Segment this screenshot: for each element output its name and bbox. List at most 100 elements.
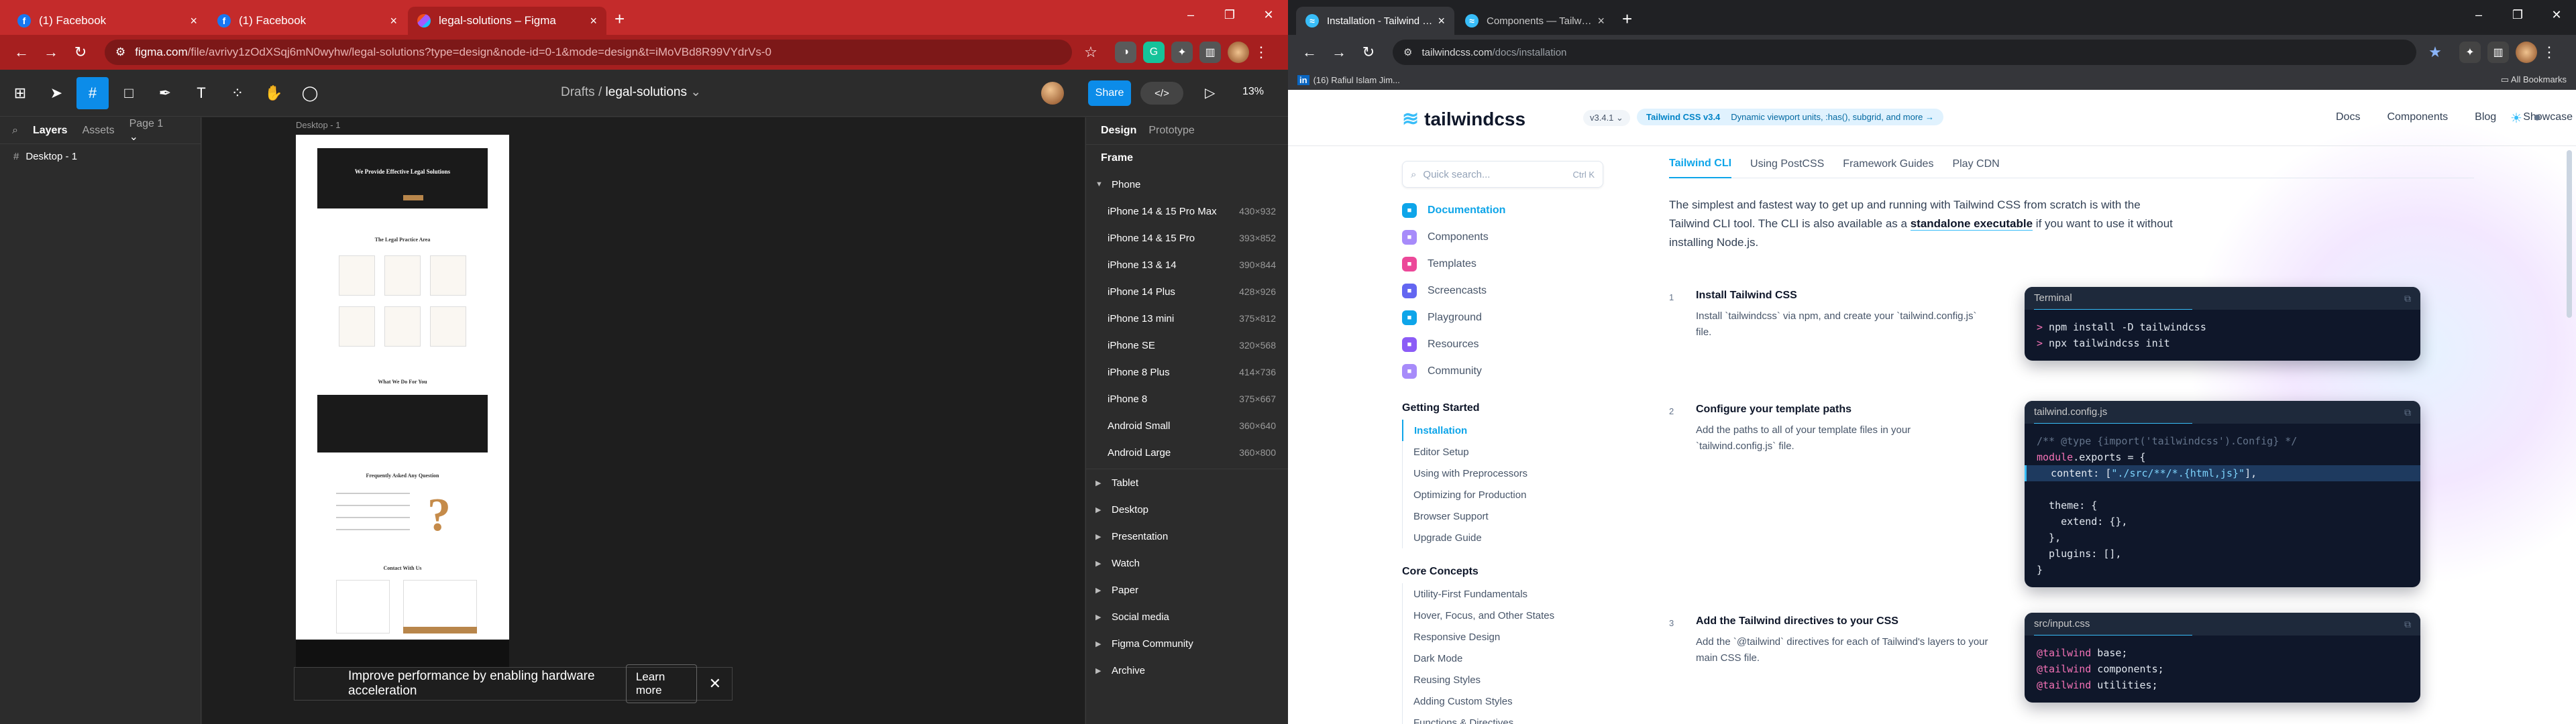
close-tab-icon[interactable]: ×	[1438, 14, 1445, 28]
address-bar[interactable]: ⚙ figma.com/file/avrivy1zOdXSqj6mN0wyhw/l…	[105, 40, 1072, 65]
sidebar-link[interactable]: Reusing Styles	[1402, 669, 1603, 690]
comment-tool-icon[interactable]: ◯	[294, 77, 326, 109]
device-option[interactable]: iPhone 14 & 15 Pro Max 430×932	[1086, 198, 1288, 225]
tab-facebook-1[interactable]: f (1) Facebook ×	[8, 7, 207, 35]
forward-icon[interactable]: →	[1327, 40, 1351, 64]
frame-group[interactable]: ▶ Presentation	[1086, 523, 1288, 550]
tab-tailwind-cli[interactable]: Tailwind CLI	[1669, 150, 1732, 178]
menu-icon[interactable]: ⋮	[2537, 40, 2561, 64]
device-option[interactable]: iPhone SE 320×568	[1086, 332, 1288, 359]
sidebar-link[interactable]: Installation	[1402, 420, 1603, 441]
sidebar-link[interactable]: Hover, Focus, and Other States	[1402, 605, 1603, 626]
site-info-icon[interactable]: ⚙	[115, 46, 125, 59]
close-window-icon[interactable]: ✕	[1249, 0, 1288, 29]
tab-using-postcss[interactable]: Using PostCSS	[1750, 150, 1824, 178]
tab-framework-guides[interactable]: Framework Guides	[1843, 150, 1933, 178]
hand-tool-icon[interactable]: ✋	[258, 77, 290, 109]
version-selector[interactable]: v3.4.1 ⌄	[1583, 110, 1630, 126]
sidebar-icon[interactable]: ▥	[1199, 42, 1221, 63]
sidebar-link[interactable]: Editor Setup	[1402, 441, 1603, 463]
close-tab-icon[interactable]: ×	[390, 14, 397, 28]
sidebar-item-community[interactable]: ■ Community	[1402, 358, 1603, 385]
grammarly-icon[interactable]: G	[1143, 42, 1165, 63]
sidebar-item-components[interactable]: ■ Components	[1402, 224, 1603, 251]
layer-item[interactable]: # Desktop - 1	[0, 144, 201, 168]
sidebar-link[interactable]: Responsive Design	[1402, 626, 1603, 648]
frame-group[interactable]: ▶ Watch	[1086, 550, 1288, 577]
close-tab-icon[interactable]: ×	[590, 14, 597, 28]
frame-label[interactable]: Desktop - 1	[296, 120, 340, 130]
close-icon[interactable]: ✕	[709, 675, 721, 692]
frame-group[interactable]: ▶ Paper	[1086, 577, 1288, 603]
copy-icon[interactable]: ⧉	[2404, 407, 2411, 418]
extensions-icon[interactable]: ✦	[1171, 42, 1193, 63]
sidebar-link[interactable]: Adding Custom Styles	[1402, 690, 1603, 712]
device-option[interactable]: iPhone 8 375×667	[1086, 385, 1288, 412]
sidebar-item-documentation[interactable]: ■ Documentation	[1402, 197, 1603, 224]
address-bar[interactable]: ⚙ tailwindcss.com/docs/installation	[1393, 40, 2416, 65]
pen-tool-icon[interactable]: ✒	[149, 77, 181, 109]
frame-group[interactable]: ▶ Social media	[1086, 603, 1288, 630]
tab-play-cdn[interactable]: Play CDN	[1952, 150, 1999, 178]
site-logo[interactable]: ≋ tailwindcss	[1402, 107, 1525, 131]
sidebar-item-screencasts[interactable]: ■ Screencasts	[1402, 278, 1603, 304]
tab-assets[interactable]: Assets	[83, 125, 115, 137]
move-tool-icon[interactable]: ➤	[40, 77, 72, 109]
sidebar-item-resources[interactable]: ■ Resources	[1402, 331, 1603, 358]
menu-icon[interactable]: ⋮	[1249, 40, 1273, 64]
share-button[interactable]: Share	[1088, 80, 1131, 106]
copy-icon[interactable]: ⧉	[2404, 619, 2411, 630]
frame-group[interactable]: ▶ Figma Community	[1086, 630, 1288, 657]
scrollbar[interactable]	[2567, 150, 2572, 318]
tab-installation[interactable]: ≈ Installation - Tailwind CSS ×	[1296, 7, 1454, 35]
nav-showcase[interactable]: Showcase	[2523, 111, 2573, 123]
device-option[interactable]: Android Large 360×800	[1086, 439, 1288, 466]
minimize-icon[interactable]: –	[2459, 0, 2498, 29]
nav-components[interactable]: Components	[2387, 111, 2448, 123]
device-option[interactable]: iPhone 14 Plus 428×926	[1086, 278, 1288, 305]
frame-group[interactable]: ▶ Desktop	[1086, 496, 1288, 523]
profile-avatar[interactable]	[2516, 42, 2537, 63]
github-icon[interactable]: ●	[2533, 110, 2541, 125]
frame-group[interactable]: ▶ Archive	[1086, 657, 1288, 684]
restore-icon[interactable]: ❐	[1210, 0, 1249, 29]
close-tab-icon[interactable]: ×	[190, 14, 197, 28]
nav-blog[interactable]: Blog	[2475, 111, 2496, 123]
device-option[interactable]: iPhone 13 & 14 390×844	[1086, 251, 1288, 278]
zoom-level[interactable]: 13%	[1242, 86, 1264, 98]
minimize-icon[interactable]: –	[1171, 0, 1210, 29]
tab-figma[interactable]: legal-solutions – Figma ×	[408, 7, 606, 35]
back-icon[interactable]: ←	[1297, 40, 1322, 64]
close-tab-icon[interactable]: ×	[1597, 14, 1605, 28]
all-bookmarks[interactable]: ▭ All Bookmarks	[2501, 74, 2567, 85]
design-frame[interactable]: We Provide Effective Legal Solutions The…	[296, 135, 509, 640]
sidebar-item-templates[interactable]: ■ Templates	[1402, 251, 1603, 278]
sidebar-link[interactable]: Utility-First Fundamentals	[1402, 583, 1603, 605]
bookmark-star-icon[interactable]: ☆	[1079, 40, 1103, 64]
text-tool-icon[interactable]: T	[185, 77, 217, 109]
new-tab-button[interactable]: +	[1622, 9, 1632, 29]
standalone-executable-link[interactable]: standalone executable	[1910, 217, 2033, 231]
profile-avatar[interactable]	[1228, 42, 1249, 63]
copy-icon[interactable]: ⧉	[2404, 293, 2411, 304]
sidebar-icon[interactable]: ▥	[2487, 42, 2509, 63]
nav-docs[interactable]: Docs	[2336, 111, 2360, 123]
present-icon[interactable]: ▷	[1205, 84, 1215, 101]
sidebar-item-playground[interactable]: ■ Playground	[1402, 304, 1603, 331]
reload-icon[interactable]: ↻	[1356, 40, 1381, 64]
frame-tool-icon[interactable]: #	[76, 76, 109, 109]
dev-mode-toggle[interactable]: </>	[1140, 82, 1183, 105]
restore-icon[interactable]: ❐	[2498, 0, 2537, 29]
learn-more-button[interactable]: Learn more	[625, 664, 697, 703]
group-phone[interactable]: ▼ Phone	[1086, 171, 1288, 198]
sidebar-link[interactable]: Upgrade Guide	[1402, 527, 1603, 548]
tab-design[interactable]: Design	[1101, 125, 1136, 137]
shape-tool-icon[interactable]: □	[113, 77, 145, 109]
tab-layers[interactable]: Layers	[33, 125, 68, 137]
frame-group[interactable]: ▶ Tablet	[1086, 469, 1288, 496]
device-option[interactable]: iPhone 14 & 15 Pro 393×852	[1086, 225, 1288, 251]
device-option[interactable]: iPhone 13 mini 375×812	[1086, 305, 1288, 332]
tab-prototype[interactable]: Prototype	[1148, 125, 1194, 137]
sidebar-link[interactable]: Functions & Directives	[1402, 712, 1603, 724]
theme-toggle-icon[interactable]: ☀	[2510, 110, 2522, 127]
